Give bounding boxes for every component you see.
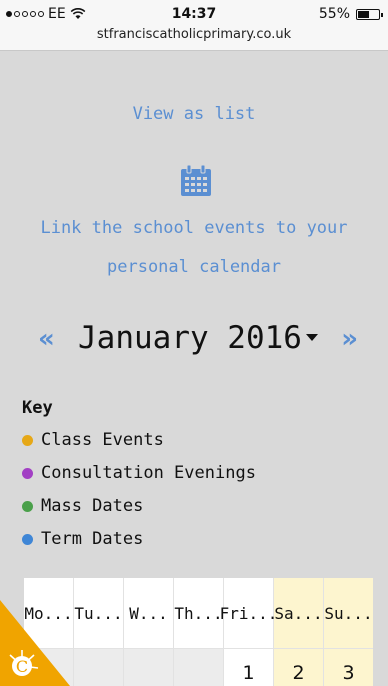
weekday-header-saturday: Sa... (274, 578, 324, 648)
next-month-button[interactable]: » (341, 324, 358, 354)
weekday-header-sunday: Su... (324, 578, 373, 648)
link-calendar-line2[interactable]: personal calendar (0, 257, 388, 277)
battery-icon (356, 8, 383, 20)
month-selector[interactable]: January 2016 (78, 320, 302, 356)
green-dot-icon (22, 500, 33, 512)
blue-dot-icon (22, 533, 33, 545)
battery-status: 55% (318, 6, 383, 22)
date-cell-empty (174, 648, 224, 686)
key-label: Term Dates (41, 529, 144, 549)
month-navigation: « January 2016 » (0, 320, 388, 364)
weekday-header-friday: Fri... (220, 578, 277, 648)
weekday-header-tuesday: Tu... (74, 578, 124, 648)
battery-percent: 55% (318, 6, 350, 22)
key-item-mass-dates: Mass Dates (22, 496, 143, 516)
previous-month-button[interactable]: « (38, 324, 55, 354)
key-label: Mass Dates (41, 496, 144, 516)
link-calendar-line1[interactable]: Link the school events to your (0, 218, 388, 238)
status-bar: EE 14:37 55% stfranciscatholicprimary.co… (0, 0, 388, 51)
calendar-icon[interactable] (178, 163, 214, 199)
yellow-dot-icon (22, 434, 33, 446)
weekday-header-wednesday: W... (124, 578, 174, 648)
date-cell-empty (74, 648, 124, 686)
date-cell-2[interactable]: 2 (274, 648, 324, 686)
calendar-grid: Mo... Tu... W... Th... Fri... Sa... Su..… (24, 578, 373, 686)
address-bar[interactable]: stfranciscatholicprimary.co.uk (0, 27, 388, 42)
badge-letter: C (16, 657, 28, 676)
date-cell-3[interactable]: 3 (324, 648, 373, 686)
key-item-consultation-evenings: Consultation Evenings (22, 463, 256, 483)
date-cell-1[interactable]: 1 (224, 648, 274, 686)
key-title: Key (22, 398, 53, 418)
key-label: Class Events (41, 430, 164, 450)
site-badge-icon[interactable]: C (0, 600, 70, 686)
key-label: Consultation Evenings (41, 463, 256, 483)
view-as-list-link[interactable]: View as list (0, 104, 388, 124)
date-cell-empty (124, 648, 174, 686)
weekday-header-thursday: Th... (174, 578, 224, 648)
purple-dot-icon (22, 467, 33, 479)
key-item-term-dates: Term Dates (22, 529, 143, 549)
key-item-class-events: Class Events (22, 430, 164, 450)
chevron-down-icon[interactable] (306, 334, 318, 341)
